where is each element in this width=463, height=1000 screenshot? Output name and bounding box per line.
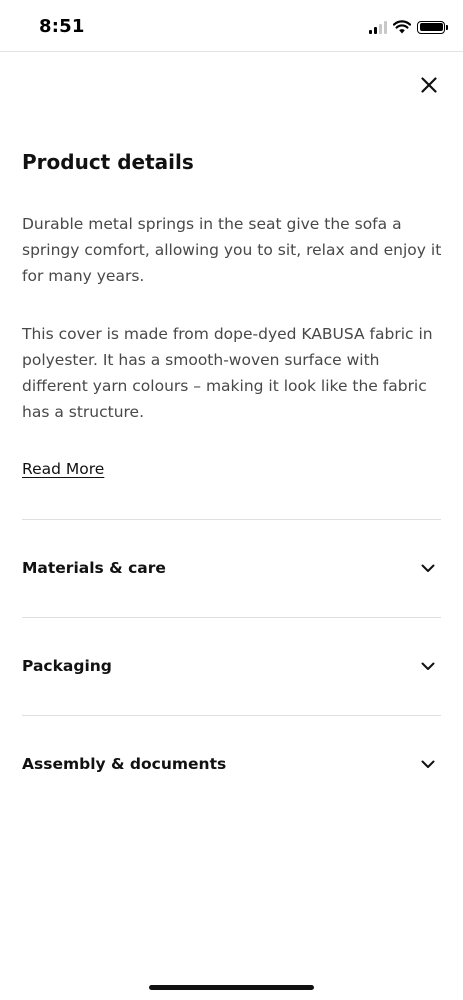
status-time: 8:51 (39, 16, 85, 37)
close-icon (421, 77, 437, 93)
status-bar: 8:51 (0, 0, 463, 52)
accordion-label: Assembly & documents (22, 755, 227, 773)
divider (22, 519, 441, 520)
description-paragraph-2: This cover is made from dope-dyed KABUSA… (22, 325, 433, 421)
read-more-link[interactable]: Read More (22, 460, 104, 478)
chevron-down-icon (419, 755, 437, 773)
description-paragraph-1: Durable metal springs in the seat give t… (22, 215, 442, 285)
divider (22, 617, 441, 618)
accordion-label: Packaging (22, 657, 112, 675)
accordion-label: Materials & care (22, 559, 166, 577)
close-button[interactable] (414, 70, 444, 100)
home-indicator[interactable] (149, 985, 314, 990)
page-title: Product details (22, 150, 194, 174)
divider (22, 715, 441, 716)
status-icons (369, 18, 448, 36)
accordion-packaging[interactable]: Packaging (22, 636, 441, 696)
cellular-signal-icon (369, 20, 387, 34)
wifi-icon (393, 20, 411, 34)
chevron-down-icon (419, 559, 437, 577)
accordion-materials-care[interactable]: Materials & care (22, 538, 441, 598)
accordion-assembly-documents[interactable]: Assembly & documents (22, 734, 441, 794)
chevron-down-icon (419, 657, 437, 675)
battery-icon (417, 20, 448, 34)
